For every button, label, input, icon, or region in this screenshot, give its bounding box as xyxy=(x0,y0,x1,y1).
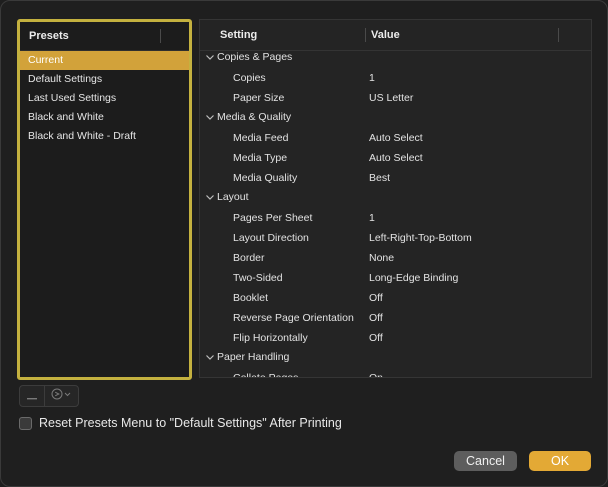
settings-header: Setting Value xyxy=(200,20,591,51)
setting-label: Media Feed xyxy=(233,132,289,144)
column-header-setting[interactable]: Setting xyxy=(220,29,257,41)
preset-actions-control xyxy=(19,385,79,407)
setting-label: Media Quality xyxy=(233,172,298,184)
setting-value: Off xyxy=(369,332,383,344)
setting-label: Layout Direction xyxy=(233,232,309,244)
setting-label: Collate Pages xyxy=(233,372,299,378)
presets-header[interactable]: Presets xyxy=(20,22,189,51)
reset-presets-label[interactable]: Reset Presets Menu to "Default Settings"… xyxy=(39,416,342,430)
preset-action-menu-button[interactable] xyxy=(45,386,78,406)
ok-button[interactable]: OK xyxy=(529,451,591,471)
settings-row: Reverse Page Orientation Off xyxy=(200,308,591,328)
settings-row: Paper Size US Letter xyxy=(200,88,591,108)
preset-item[interactable]: Last Used Settings xyxy=(20,89,189,108)
setting-value: Off xyxy=(369,312,383,324)
ellipsis-circle-icon xyxy=(51,387,73,405)
column-separator xyxy=(160,29,161,43)
reset-presets-option: Reset Presets Menu to "Default Settings"… xyxy=(19,416,342,430)
preset-item[interactable]: Default Settings xyxy=(20,70,189,89)
settings-table[interactable]: Setting Value Copies & Pages Copies 1 Paper… xyxy=(199,19,592,378)
preset-items: Current Default Settings Last Used Setting… xyxy=(20,51,189,146)
settings-row: Collate Pages On xyxy=(200,368,591,378)
setting-value: Left-Right-Top-Bottom xyxy=(369,232,472,244)
setting-value: Best xyxy=(369,172,391,184)
setting-label: Flip Horizontally xyxy=(233,332,308,344)
group-label: Paper Handling xyxy=(217,351,290,363)
setting-label: Paper Size xyxy=(233,92,285,104)
presets-dialog: Presets Current Default Settings Last Used… xyxy=(0,0,608,487)
minus-icon xyxy=(27,387,38,405)
settings-row: Booklet Off xyxy=(200,288,591,308)
settings-row: Copies 1 xyxy=(200,68,591,88)
settings-row: Media Quality Best xyxy=(200,168,591,188)
group-label: Media & Quality xyxy=(217,111,292,123)
preset-item[interactable]: Black and White - Draft xyxy=(20,127,189,146)
setting-value: Off xyxy=(369,292,383,304)
settings-row: Two-Sided Long-Edge Binding xyxy=(200,268,591,288)
setting-value: On xyxy=(369,372,384,378)
settings-row: Flip Horizontally Off xyxy=(200,328,591,348)
chevron-down-icon[interactable] xyxy=(205,112,215,122)
chevron-down-icon[interactable] xyxy=(205,192,215,202)
setting-value: US Letter xyxy=(369,92,414,104)
setting-value: Auto Select xyxy=(369,132,423,144)
setting-value: Long-Edge Binding xyxy=(369,272,459,284)
settings-group-row[interactable]: Media & Quality xyxy=(200,108,591,128)
settings-row: Media Type Auto Select xyxy=(200,148,591,168)
settings-row: Media Feed Auto Select xyxy=(200,128,591,148)
setting-label: Copies xyxy=(233,72,266,84)
chevron-down-icon[interactable] xyxy=(205,352,215,362)
column-separator xyxy=(365,28,366,42)
settings-row: Layout Direction Left-Right-Top-Bottom xyxy=(200,228,591,248)
group-label: Copies & Pages xyxy=(217,51,293,63)
setting-label: Pages Per Sheet xyxy=(233,212,313,224)
settings-group-row[interactable]: Layout xyxy=(200,188,591,208)
remove-preset-button[interactable] xyxy=(20,386,46,406)
setting-value: Auto Select xyxy=(369,152,423,164)
presets-header-label: Presets xyxy=(29,30,69,42)
preset-item[interactable]: Current xyxy=(20,51,189,70)
setting-label: Two-Sided xyxy=(233,272,283,284)
settings-row: Border None xyxy=(200,248,591,268)
preset-item[interactable]: Black and White xyxy=(20,108,189,127)
setting-label: Booklet xyxy=(233,292,269,304)
settings-row: Pages Per Sheet 1 xyxy=(200,208,591,228)
setting-value: 1 xyxy=(369,212,375,224)
settings-group-row[interactable]: Paper Handling xyxy=(200,348,591,368)
column-header-value[interactable]: Value xyxy=(371,29,400,41)
reset-presets-checkbox[interactable] xyxy=(19,416,32,430)
setting-label: Border xyxy=(233,252,265,264)
chevron-down-icon[interactable] xyxy=(205,52,215,62)
column-separator xyxy=(558,28,559,42)
group-label: Layout xyxy=(217,191,249,203)
setting-value: None xyxy=(369,252,395,264)
presets-list[interactable]: Presets Current Default Settings Last Used… xyxy=(17,19,192,380)
setting-label: Reverse Page Orientation xyxy=(233,312,354,324)
settings-rows: Copies & Pages Copies 1 Paper Size US Letter… xyxy=(200,48,591,378)
settings-group-row[interactable]: Copies & Pages xyxy=(200,48,591,68)
setting-value: 1 xyxy=(369,72,375,84)
setting-label: Media Type xyxy=(233,152,288,164)
cancel-button[interactable]: Cancel xyxy=(454,451,517,471)
